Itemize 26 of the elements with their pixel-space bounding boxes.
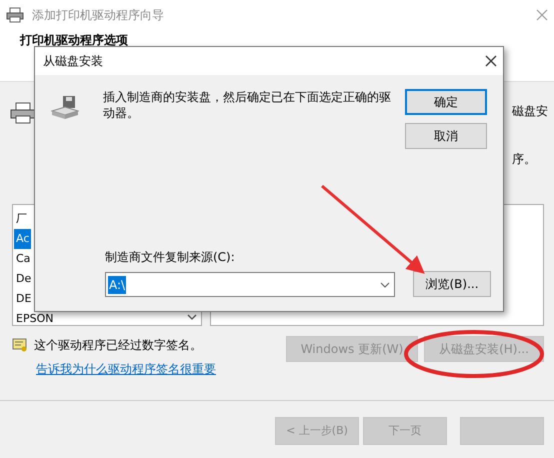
printer-icon bbox=[10, 102, 36, 124]
browse-button[interactable]: 浏览(B)... bbox=[413, 271, 491, 297]
dialog-title: 从磁盘安装 bbox=[43, 53, 103, 70]
close-icon[interactable] bbox=[485, 55, 497, 67]
source-combo-field[interactable]: A:\ bbox=[105, 272, 395, 297]
printer-icon bbox=[6, 7, 24, 23]
dialog-button[interactable]: 取消 bbox=[405, 123, 487, 149]
list-item[interactable]: Ac bbox=[14, 229, 32, 249]
scroll-down-icon[interactable] bbox=[187, 314, 197, 321]
list-item[interactable]: Ca bbox=[14, 249, 32, 269]
help-link[interactable]: 告诉我为什么驱动程序签名很重要 bbox=[36, 360, 216, 378]
window-title: 添加打印机驱动程序向导 bbox=[32, 7, 164, 24]
page-heading: 打印机驱动程序选项 bbox=[20, 32, 129, 49]
signature-note: 这个驱动程序已经过数字签名。 bbox=[34, 337, 202, 354]
list-item[interactable]: EPSON bbox=[14, 309, 56, 329]
instruction-text: 磁盘安 bbox=[512, 103, 549, 120]
certificate-icon bbox=[12, 338, 28, 352]
source-label: 制造商文件复制来源(C): bbox=[105, 249, 236, 266]
dropdown-caret-icon[interactable] bbox=[380, 282, 390, 288]
dialog-message: 插入制造商的安装盘，然后确定已在下面选定正确的驱动器。 bbox=[103, 89, 392, 122]
dialog-button[interactable]: 确定 bbox=[405, 89, 487, 115]
list-item[interactable]: DE bbox=[14, 289, 34, 309]
disk-drive-icon bbox=[51, 95, 79, 121]
instruction-text: 序。 bbox=[512, 151, 537, 168]
column-header: 厂 bbox=[15, 211, 28, 227]
list-item[interactable]: De bbox=[14, 269, 34, 289]
